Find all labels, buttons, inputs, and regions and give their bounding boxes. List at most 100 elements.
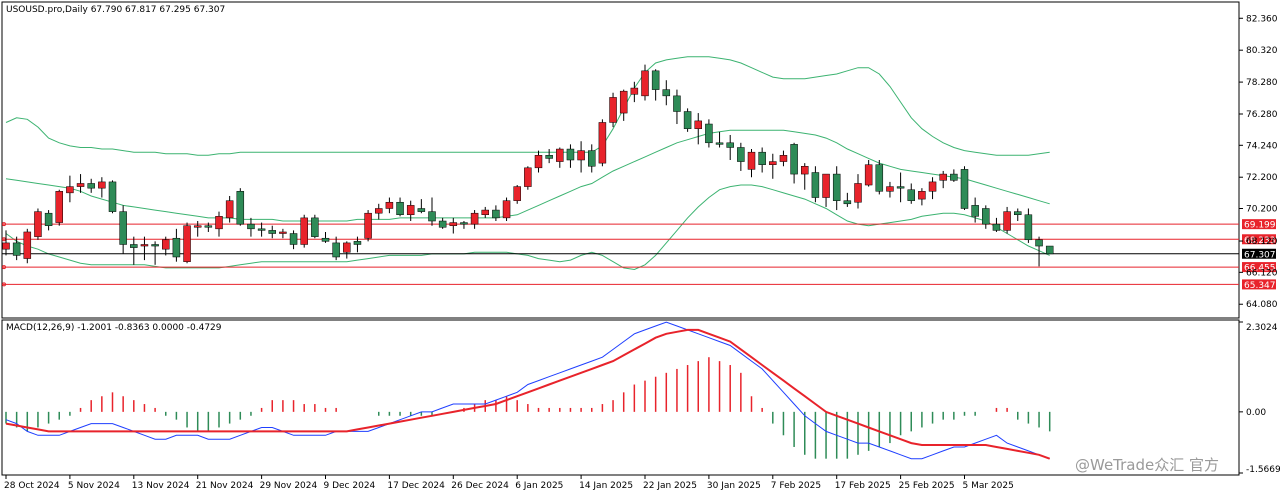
candle-body [609, 97, 617, 123]
candle-body [534, 155, 543, 169]
candle-body [811, 172, 820, 198]
candle-body [854, 183, 862, 203]
candle-body [268, 230, 276, 234]
candle-body [950, 173, 958, 181]
candle-body [864, 164, 873, 186]
candle-body [438, 220, 447, 228]
candle-body [460, 222, 468, 225]
candle-body [651, 70, 660, 90]
candle-body [683, 111, 692, 129]
candle-body [726, 142, 734, 148]
candle-body [886, 186, 894, 192]
candle-body [385, 201, 394, 209]
candle-body [556, 148, 564, 162]
trading-chart[interactable]: 69.19968.23366.45565.34767.30782.36080.3… [0, 0, 1280, 493]
candle-body [2, 242, 10, 250]
candle-body [1035, 239, 1043, 247]
macd-tick-label-2: -1.5669 [1246, 465, 1280, 475]
candle-body [588, 150, 596, 167]
candle-body [502, 200, 511, 219]
candle-body [76, 183, 85, 187]
candle-body [108, 181, 117, 212]
candle-body [662, 89, 671, 97]
candle-body [12, 242, 21, 256]
candle-body [673, 95, 681, 112]
level-label-0: 69.199 [1244, 221, 1276, 231]
candle-body [630, 87, 639, 95]
date-label-4: 29 Nov 2024 [260, 481, 318, 491]
candle-body [1003, 211, 1011, 231]
candle-body [790, 144, 798, 175]
level-label-3: 65.347 [1244, 281, 1276, 291]
candle-body [23, 231, 32, 259]
price-tick-label-8: 66.120 [1246, 268, 1278, 278]
candle-body [470, 212, 479, 225]
candle-body [130, 244, 138, 248]
price-tick-label-5: 72.200 [1246, 173, 1278, 183]
candle-body [918, 191, 926, 200]
candle-body [172, 237, 181, 258]
price-tick-label-9: 64.080 [1246, 300, 1278, 310]
candle-body [449, 222, 458, 226]
candle-body [162, 239, 170, 250]
candle-body [289, 233, 298, 245]
candle-body [641, 70, 649, 97]
candle-body [843, 200, 852, 205]
candle-body [140, 244, 149, 247]
candle-body [492, 209, 500, 219]
candle-body [300, 217, 308, 245]
candle-body [311, 217, 319, 237]
candle-body [204, 225, 213, 228]
candle-body [907, 189, 915, 201]
candle-body [279, 231, 287, 234]
candle-body [343, 242, 351, 253]
candle-body [34, 211, 42, 237]
candle-body [66, 186, 74, 194]
candle-body [566, 148, 575, 161]
candle-body [151, 244, 159, 247]
candle-body [215, 216, 223, 230]
date-label-15: 5 Mar 2025 [963, 481, 1014, 491]
candle-body [1014, 211, 1022, 216]
date-label-5: 9 Dec 2024 [324, 481, 376, 491]
candle-body [417, 208, 426, 212]
price-tick-label-0: 82.360 [1246, 14, 1278, 24]
watermark: @WeTrade众汇 官方 [1075, 456, 1219, 474]
price-tick-label-3: 76.280 [1246, 110, 1278, 120]
candle-body [524, 167, 532, 187]
candle-body [598, 122, 607, 164]
candle-body [982, 208, 990, 225]
date-label-14: 25 Feb 2025 [899, 481, 955, 491]
candle-body [87, 183, 95, 189]
candle-body [193, 225, 202, 228]
candle-body [769, 161, 777, 165]
candle-body [737, 147, 745, 162]
candle-body [801, 166, 809, 175]
candle-body [428, 211, 436, 222]
candle-body [896, 186, 905, 189]
candle-body [1045, 245, 1054, 255]
candle-body [619, 90, 628, 114]
candle-body [694, 120, 702, 129]
chart-background [0, 0, 1280, 493]
candle-body [119, 211, 127, 245]
date-label-7: 26 Dec 2024 [451, 481, 509, 491]
candle-body [353, 241, 362, 245]
candle-body [98, 181, 106, 189]
macd-tick-label-0: 2.3024 [1246, 323, 1278, 333]
macd-tick-label-1: 0.00 [1246, 408, 1266, 418]
date-label-12: 7 Feb 2025 [771, 481, 821, 491]
candle-body [928, 181, 937, 192]
symbol-header: USOUSD.pro,Daily 67.790 67.817 67.295 67… [6, 5, 225, 15]
date-label-1: 5 Nov 2024 [68, 481, 120, 491]
candle-body [779, 155, 788, 162]
candle-body [822, 173, 830, 198]
candle-body [747, 151, 756, 170]
candle-body [875, 164, 884, 192]
macd-label: MACD(12,26,9) -1.2001 -0.8363 0.0000 -0.… [6, 323, 222, 333]
candle-body [832, 173, 841, 201]
date-label-11: 30 Jan 2025 [707, 481, 761, 491]
date-label-10: 22 Jan 2025 [643, 481, 697, 491]
price-tick-label-6: 70.200 [1246, 204, 1278, 214]
candle-body [992, 223, 1001, 231]
